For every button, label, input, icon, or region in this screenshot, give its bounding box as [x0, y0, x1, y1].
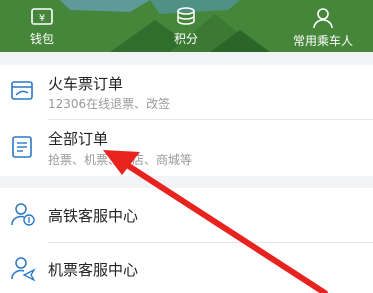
- wallet-button[interactable]: ¥ 钱包: [22, 0, 62, 52]
- list-document-icon: [12, 136, 32, 158]
- coins-icon: [177, 7, 195, 25]
- service-card: 高铁客服中心 机票客服中心: [0, 188, 373, 293]
- flight-service-center-title: 机票客服中心: [48, 261, 139, 279]
- person-icon: [313, 8, 333, 29]
- flight-service-center-item[interactable]: 机票客服中心: [0, 243, 373, 293]
- ticket-wallet-icon: ¥: [31, 8, 53, 25]
- header-bar: ¥ 钱包 积分 常用乘车人: [0, 0, 373, 52]
- rail-service-center-item[interactable]: 高铁客服中心: [0, 188, 373, 242]
- svg-text:¥: ¥: [39, 13, 45, 24]
- rail-service-center-title: 高铁客服中心: [48, 207, 139, 225]
- wallet-label: 钱包: [29, 32, 54, 46]
- train-ticket-orders-item[interactable]: 火车票订单 12306在线退票、改签: [0, 65, 373, 119]
- train-ticket-orders-title: 火车票订单: [48, 75, 124, 93]
- orders-card: 火车票订单 12306在线退票、改签 全部订单 抢票、机票、酒店、商城等: [0, 65, 373, 176]
- rail-service-agent-icon: [11, 203, 35, 226]
- points-label: 积分: [173, 32, 198, 46]
- frequent-passengers-button[interactable]: 常用乘车人: [278, 0, 368, 52]
- train-ticket-orders-subtitle: 12306在线退票、改签: [48, 97, 171, 111]
- flight-service-agent-icon: [11, 257, 36, 281]
- train-ticket-icon: [11, 81, 33, 100]
- points-button[interactable]: 积分: [166, 0, 206, 52]
- all-orders-subtitle: 抢票、机票、酒店、商城等: [48, 153, 193, 167]
- all-orders-title: 全部订单: [48, 130, 109, 148]
- frequent-passengers-label: 常用乘车人: [292, 34, 353, 48]
- all-orders-item[interactable]: 全部订单 抢票、机票、酒店、商城等: [0, 120, 373, 176]
